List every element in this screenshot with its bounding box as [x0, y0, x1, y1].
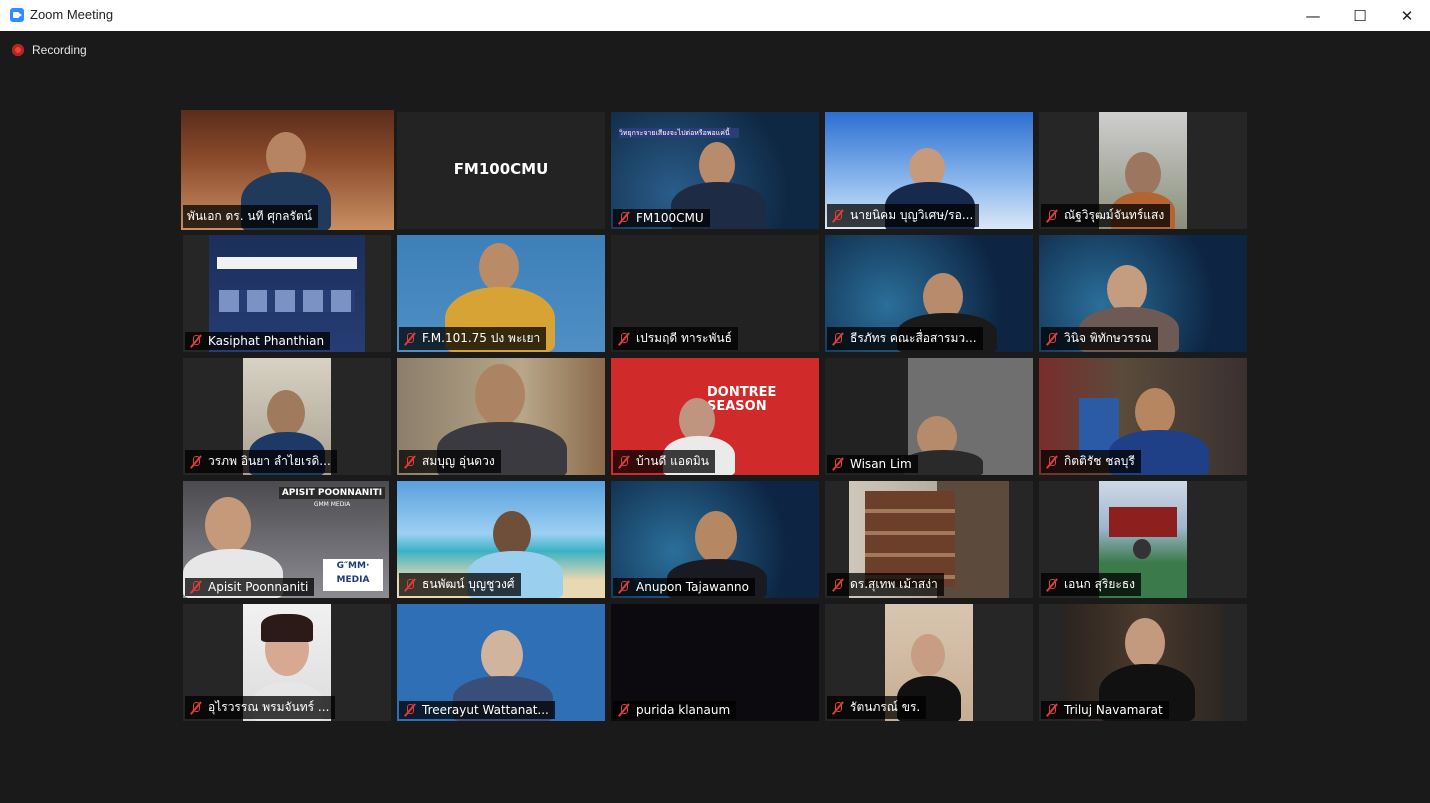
participant-name: FM100CMU: [613, 209, 710, 227]
video-tile[interactable]: สมบุญ อุ่นดวง: [397, 358, 605, 475]
mic-muted-icon: [1045, 703, 1059, 717]
mic-muted-icon: [189, 701, 203, 715]
video-tile[interactable]: F.M.101.75 ปง พะเยา: [397, 235, 605, 352]
video-tile[interactable]: นายนิคม บุญวิเศษ/รอ...: [825, 112, 1033, 229]
record-icon: [12, 44, 24, 56]
mic-muted-icon: [831, 701, 845, 715]
video-tile[interactable]: วรภพ อินยา ลำไยเรดิ...: [183, 358, 391, 475]
participant-name: Anupon Tajawanno: [613, 578, 755, 596]
video-tile[interactable]: Triluj Navamarat: [1039, 604, 1247, 721]
mic-muted-icon: [617, 332, 631, 346]
mic-muted-icon: [831, 457, 845, 471]
video-tile[interactable]: ธนพัฒน์ บุญชูวงศ์: [397, 481, 605, 598]
participant-name: ธีรภัทร คณะสื่อสารมว...: [827, 327, 983, 350]
window-title: Zoom Meeting: [30, 7, 114, 22]
mic-muted-icon: [1045, 455, 1059, 469]
mic-muted-icon: [617, 580, 631, 594]
video-tile[interactable]: วินิจ พิทักษวรรณ: [1039, 235, 1247, 352]
participant-name: เอนก สุริยะธง: [1041, 573, 1142, 596]
video-tile[interactable]: ธีรภัทร คณะสื่อสารมว...: [825, 235, 1033, 352]
zoom-logo-icon: [10, 8, 24, 22]
participant-name: purida klanaum: [613, 701, 737, 719]
mic-muted-icon: [617, 455, 631, 469]
apisit-banner: APISIT POONNANITI: [279, 487, 385, 499]
mic-muted-icon: [403, 578, 417, 592]
participant-name: Kasiphat Phanthian: [185, 332, 331, 350]
mic-muted-icon: [831, 209, 845, 223]
title-bar: Zoom Meeting — ☐ ✕: [0, 0, 1430, 32]
apisit-sub: GMM MEDIA: [313, 501, 351, 508]
close-button[interactable]: ✕: [1384, 0, 1430, 31]
maximize-button[interactable]: ☐: [1337, 0, 1383, 31]
video-tile[interactable]: Kasiphat Phanthian: [183, 235, 391, 352]
video-tile[interactable]: อุไรวรรณ พรมจันทร์ ...: [183, 604, 391, 721]
gallery-view: Recording พันเอก ดร. นที ศุกลรัตน์ FM100…: [0, 31, 1430, 803]
participant-name: Wisan Lim: [827, 455, 918, 473]
participant-name: สมบุญ อุ่นดวง: [399, 450, 501, 473]
participant-name: F.M.101.75 ปง พะเยา: [399, 327, 547, 350]
video-tile[interactable]: Treerayut Wattanat...: [397, 604, 605, 721]
video-tile[interactable]: ณัฐวิรุฒม์จันทร์แสง: [1039, 112, 1247, 229]
video-tile[interactable]: APISIT POONNANITI GMM MEDIA G″MM· MEDIA …: [183, 481, 389, 598]
participant-name: ดร.สุเทพ เม้าสง่า: [827, 573, 944, 596]
mic-muted-icon: [617, 703, 631, 717]
participant-name: ธนพัฒน์ บุญชูวงศ์: [399, 573, 521, 596]
participant-name: อุไรวรรณ พรมจันทร์ ...: [185, 696, 336, 719]
participant-name: รัตนภรณ์ ขร.: [827, 696, 927, 719]
video-tile[interactable]: DONTREE SEASON บ้านดี แอดมิน: [611, 358, 819, 475]
video-tile[interactable]: Anupon Tajawanno: [611, 481, 819, 598]
participant-name: กิตติรัช ชลบุรี: [1041, 450, 1141, 473]
mic-muted-icon: [1045, 332, 1059, 346]
video-tile[interactable]: กิตติรัช ชลบุรี: [1039, 358, 1247, 475]
video-tile[interactable]: purida klanaum: [611, 604, 819, 721]
recording-indicator[interactable]: Recording: [12, 43, 87, 57]
minimize-button[interactable]: —: [1290, 0, 1336, 31]
mic-muted-icon: [831, 578, 845, 592]
participant-name: วินิจ พิทักษวรรณ: [1041, 327, 1158, 350]
mic-muted-icon: [831, 332, 845, 346]
participant-name: Treerayut Wattanat...: [399, 701, 555, 719]
recording-label: Recording: [32, 43, 87, 57]
participant-name: Triluj Navamarat: [1041, 701, 1169, 719]
participant-name: ณัฐวิรุฒม์จันทร์แสง: [1041, 204, 1171, 227]
mic-muted-icon: [403, 332, 417, 346]
video-tile[interactable]: รัตนภรณ์ ขร.: [825, 604, 1033, 721]
mic-muted-icon: [403, 455, 417, 469]
video-tile[interactable]: วิทยุกระจายเสียงจะไปต่อหรือพอแค่นี้ FM10…: [611, 112, 819, 229]
mic-muted-icon: [1045, 578, 1059, 592]
mic-muted-icon: [1045, 209, 1059, 223]
participant-name: เปรมฤดี ทาระพันธ์: [613, 327, 738, 350]
mic-muted-icon: [403, 703, 417, 717]
participant-name-center: FM100CMU: [453, 160, 549, 178]
mic-muted-icon: [189, 580, 203, 594]
participant-name: บ้านดี แอดมิน: [613, 450, 716, 473]
participant-name: วรภพ อินยา ลำไยเรดิ...: [185, 450, 337, 473]
video-tile[interactable]: ดร.สุเทพ เม้าสง่า: [825, 481, 1033, 598]
dontree-text: DONTREE SEASON: [707, 385, 777, 414]
live-slide-text: วิทยุกระจายเสียงจะไปต่อหรือพอแค่นี้: [619, 128, 739, 138]
mic-muted-icon: [189, 455, 203, 469]
gmm-logo: G″MM· MEDIA: [323, 559, 383, 591]
mic-muted-icon: [189, 334, 203, 348]
participant-name: นายนิคม บุญวิเศษ/รอ...: [827, 204, 980, 227]
video-tile[interactable]: Wisan Lim: [825, 358, 1033, 475]
video-tile[interactable]: พันเอก ดร. นที ศุกลรัตน์: [181, 110, 394, 230]
video-tile[interactable]: FM100CMU: [397, 112, 605, 229]
video-tile[interactable]: เปรมฤดี ทาระพันธ์: [611, 235, 819, 352]
participant-name: พันเอก ดร. นที ศุกลรัตน์: [183, 205, 318, 228]
participant-name: Apisit Poonnaniti: [185, 578, 315, 596]
video-tile[interactable]: เอนก สุริยะธง: [1039, 481, 1247, 598]
mic-muted-icon: [617, 211, 631, 225]
